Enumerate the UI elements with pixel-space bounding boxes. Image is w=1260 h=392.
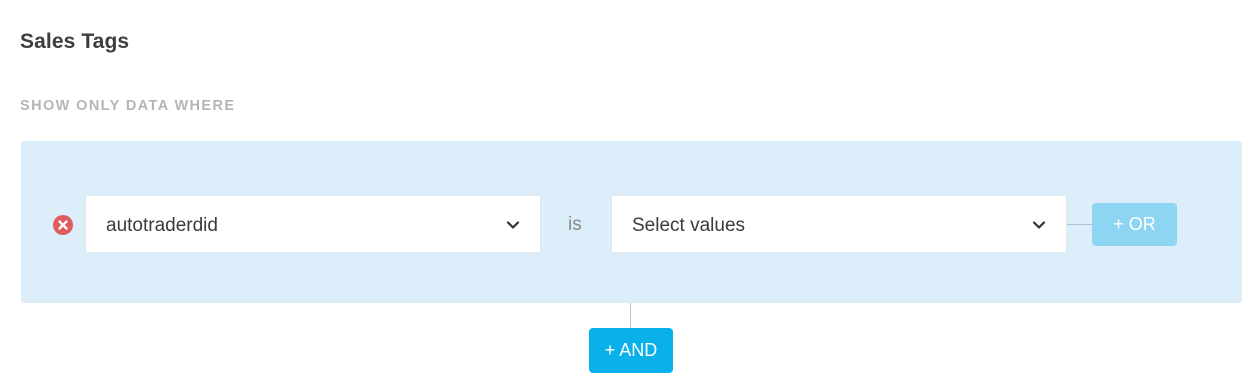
chevron-down-icon [506,221,520,229]
and-connector-line [630,303,631,328]
add-and-button[interactable]: + AND [589,328,673,373]
remove-condition-button[interactable] [53,215,73,235]
field-select-value: autotraderdid [106,215,218,236]
values-select-placeholder: Select values [632,215,746,236]
chevron-down-icon [1032,221,1046,229]
values-select[interactable]: Select values [611,195,1067,253]
or-connector-line [1067,224,1093,225]
page-title: Sales Tags [20,30,130,53]
page: Sales Tags SHOW ONLY DATA WHERE autotrad… [0,0,1260,392]
condition-operator: is [568,214,582,235]
add-or-button[interactable]: + OR [1092,203,1177,246]
close-circle-icon [58,220,68,230]
filter-section-label: SHOW ONLY DATA WHERE [20,98,236,114]
field-select[interactable]: autotraderdid [85,195,541,253]
